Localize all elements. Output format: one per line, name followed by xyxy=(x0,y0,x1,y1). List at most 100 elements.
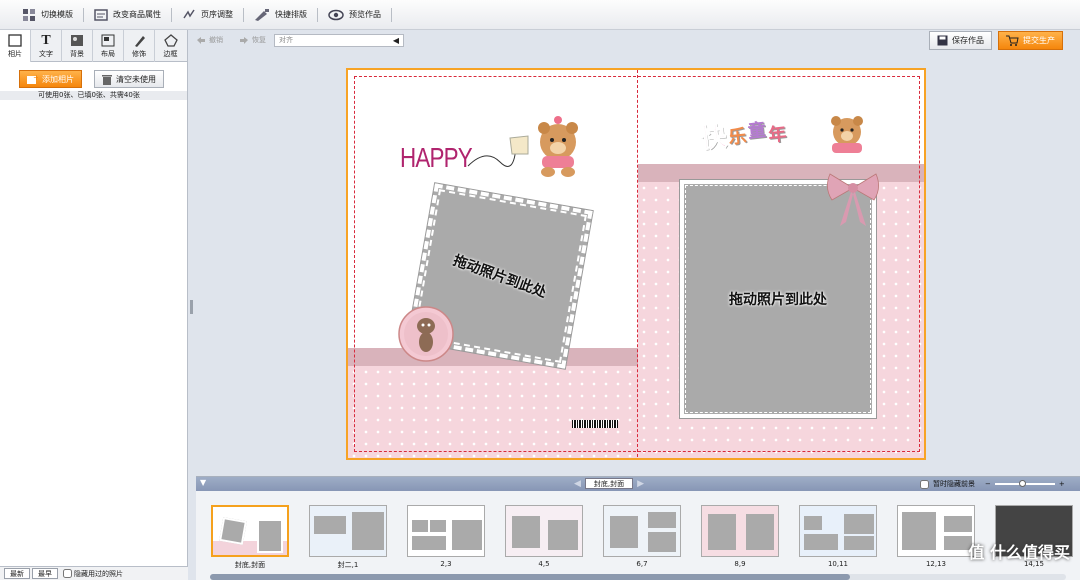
prev-page-icon[interactable]: ◀ xyxy=(574,479,581,489)
photo-tab-icon xyxy=(8,33,22,47)
tab-frame[interactable]: 边框 xyxy=(155,30,186,62)
save-button[interactable]: 保存作品 xyxy=(929,31,992,50)
clear-unused-button[interactable]: 清空未使用 xyxy=(94,70,164,88)
save-icon xyxy=(937,35,948,46)
preview-button[interactable]: 预览作品 xyxy=(318,4,391,26)
thumb-10-11-label: 10,11 xyxy=(827,560,849,568)
next-page-icon[interactable]: ▶ xyxy=(637,479,644,489)
hide-used-checkbox[interactable] xyxy=(63,569,72,578)
redo-label: 恢复 xyxy=(252,36,266,44)
redo-icon xyxy=(240,37,248,44)
quick-layout-button[interactable]: 快捷排版 xyxy=(244,4,317,26)
tab-photos[interactable]: 相片 xyxy=(0,30,31,62)
layout-tab-icon xyxy=(101,34,115,46)
thumb-4-5-image xyxy=(505,505,583,557)
photo-stats: 可使用0张、已填0张、共需40张 xyxy=(0,91,187,100)
tab-layout[interactable]: 布局 xyxy=(93,30,124,62)
canvas-area: HAPPY 拖动照片到此处 快 乐 童 年 拖动照片到此处 xyxy=(196,50,1080,474)
tab-decoration[interactable]: 修饰 xyxy=(124,30,155,62)
thumb-cover[interactable]: 封底,封面 xyxy=(210,505,290,570)
sort-oldest-button[interactable]: 最早 xyxy=(32,568,58,579)
add-photo-button[interactable]: + 添加相片 xyxy=(19,70,82,88)
page-thumbnails: 封底,封面 封二,1 2,3 4,5 6,7 8,9 10,11 12,13 1… xyxy=(196,491,1080,570)
add-photo-icon: + xyxy=(27,74,38,84)
thumb-2-3-label: 2,3 xyxy=(440,560,452,568)
switch-template-button[interactable]: 切换模版 xyxy=(12,4,83,26)
tab-decoration-label: 修饰 xyxy=(132,49,146,58)
tab-background-label: 背景 xyxy=(70,49,84,58)
quick-layout-icon xyxy=(255,8,269,21)
thumb-10-11[interactable]: 10,11 xyxy=(798,505,878,570)
tab-background[interactable]: 背景 xyxy=(62,30,93,62)
zoom-slider[interactable] xyxy=(994,480,1055,487)
thumbnails-scrollbar[interactable] xyxy=(210,574,1066,580)
page-order-label: 页序调整 xyxy=(201,10,233,19)
undo-button[interactable]: 撤销 xyxy=(196,35,223,45)
left-tabs: 相片 T 文字 背景 布局 修饰 边框 xyxy=(0,30,187,62)
watermark-text: 值 什么值得买 xyxy=(968,543,1070,562)
tab-text-label: 文字 xyxy=(39,49,53,58)
thumbnails-scrollbar-thumb[interactable] xyxy=(210,574,850,580)
page-nav: ◀ 封底,封面 ▶ xyxy=(574,478,644,489)
zoom-slider-handle[interactable] xyxy=(1018,480,1026,487)
thumb-4-5[interactable]: 4,5 xyxy=(504,505,584,570)
preview-label: 预览作品 xyxy=(349,10,381,19)
panel-splitter-handle[interactable] xyxy=(190,300,193,314)
hide-foreground-control: 暂时隐藏前景 − + xyxy=(920,479,1065,489)
tab-layout-label: 布局 xyxy=(101,49,115,58)
product-props-icon xyxy=(94,8,108,21)
eye-icon xyxy=(328,9,344,20)
undo-label: 撤销 xyxy=(209,36,223,44)
thumb-10-11-image xyxy=(799,505,877,557)
tab-frame-label: 边框 xyxy=(163,49,178,58)
quick-layout-label: 快捷排版 xyxy=(275,10,307,19)
thumb-8-9[interactable]: 8,9 xyxy=(700,505,780,570)
collapse-arrow-icon[interactable]: ▼ xyxy=(200,478,206,487)
submit-label: 提交生产 xyxy=(1023,36,1055,45)
current-page-label: 封底,封面 xyxy=(584,478,634,489)
frame-tab-icon xyxy=(163,33,178,47)
brush-icon xyxy=(135,35,145,47)
thumb-12-13[interactable]: 12,13 xyxy=(896,505,976,570)
page-order-button[interactable]: 页序调整 xyxy=(172,4,243,26)
svg-text:+: + xyxy=(33,74,38,82)
book-spread[interactable]: HAPPY 拖动照片到此处 快 乐 童 年 拖动照片到此处 xyxy=(346,68,926,460)
align-select[interactable]: 对齐 ◀ xyxy=(274,33,404,47)
background-tab-icon xyxy=(71,34,83,46)
zoom-in-icon[interactable]: + xyxy=(1059,480,1065,488)
thumb-6-7[interactable]: 6,7 xyxy=(602,505,682,570)
right-actions: 保存作品 提交生产 xyxy=(929,31,1063,50)
change-props-button[interactable]: 改变商品属性 xyxy=(84,4,171,26)
pages-panel-header: ▼ ◀ 封底,封面 ▶ 暂时隐藏前景 − + xyxy=(196,477,1080,491)
page-order-icon xyxy=(183,9,195,18)
save-label: 保存作品 xyxy=(952,36,984,45)
tab-photos-label: 相片 xyxy=(8,49,22,58)
trash-icon xyxy=(102,74,112,85)
thumb-inner-cover[interactable]: 封二,1 xyxy=(308,505,388,570)
redo-button[interactable]: 恢复 xyxy=(239,35,266,45)
sort-newest-button[interactable]: 最新 xyxy=(4,568,30,579)
tab-text[interactable]: T 文字 xyxy=(31,30,62,62)
hide-foreground-label: 暂时隐藏前景 xyxy=(933,480,975,488)
template-icon xyxy=(23,8,35,21)
hide-foreground-checkbox[interactable] xyxy=(920,479,929,489)
zoom-out-icon[interactable]: − xyxy=(985,480,991,488)
left-panel: 相片 T 文字 背景 布局 修饰 边框 + 添加相片 清空未使用 可使用0张、已… xyxy=(0,30,188,580)
thumb-cover-image xyxy=(211,505,289,557)
clear-unused-label: 清空未使用 xyxy=(116,74,156,84)
thumb-cover-label: 封底,封面 xyxy=(234,561,266,569)
photo-actions: + 添加相片 清空未使用 xyxy=(0,62,187,88)
thumb-2-3[interactable]: 2,3 xyxy=(406,505,486,570)
thumb-inner-cover-image xyxy=(309,505,387,557)
thumb-12-13-label: 12,13 xyxy=(925,560,947,568)
thumb-8-9-label: 8,9 xyxy=(734,560,746,568)
edit-toolbar: 撤销 恢复 对齐 ◀ xyxy=(196,32,404,48)
cart-icon xyxy=(1006,35,1019,46)
submit-button[interactable]: 提交生产 xyxy=(998,31,1063,50)
top-toolbar: 切换模版 改变商品属性 页序调整 快捷排版 预览作品 xyxy=(0,0,1080,30)
thumb-12-13-image xyxy=(897,505,975,557)
hide-used-label: 隐藏用过的照片 xyxy=(74,569,123,578)
thumb-4-5-label: 4,5 xyxy=(538,560,550,568)
thumb-inner-cover-label: 封二,1 xyxy=(337,561,359,569)
pages-panel: ▼ ◀ 封底,封面 ▶ 暂时隐藏前景 − + 封底,封面 封二,1 2,3 4,… xyxy=(196,476,1080,580)
